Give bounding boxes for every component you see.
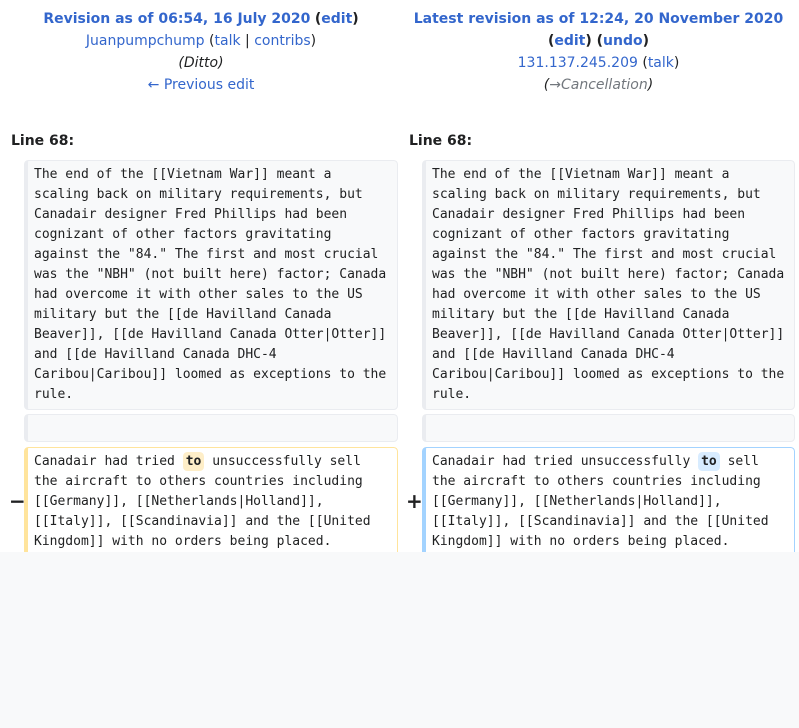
deleted-word: to — [182, 452, 205, 471]
deleted-text-before: Canadair had tried — [34, 454, 175, 469]
paren: ) — [673, 55, 680, 71]
new-edit-link[interactable]: edit — [554, 33, 585, 49]
old-empty-context-line — [24, 414, 398, 442]
paren: ) — [352, 11, 359, 27]
section-arrow-link[interactable]: → — [549, 77, 561, 93]
new-user-link[interactable]: 131.137.245.209 — [518, 55, 638, 71]
old-edit-summary: (Ditto) — [178, 55, 224, 71]
new-edit-summary: (→Cancellation) — [543, 77, 654, 93]
added-line-block: Canadair had tried unsuccessfully to sel… — [422, 447, 795, 552]
old-edit-link[interactable]: edit — [321, 11, 352, 27]
old-line-number: Line 68: — [11, 133, 75, 149]
new-revision-link[interactable]: Latest revision as of 12:24, 20 November… — [414, 11, 784, 27]
new-summary-text: Cancellation — [561, 77, 648, 93]
diff-page: Revision as of 06:54, 16 July 2020 (edit… — [0, 0, 799, 552]
separator: | — [240, 33, 255, 49]
added-text-before: Canadair had tried unsuccessfully — [432, 454, 691, 469]
new-line-number: Line 68: — [409, 133, 473, 149]
old-user-talk-link[interactable]: talk — [215, 33, 241, 49]
paren: ) — [310, 33, 317, 49]
added-word: to — [698, 452, 720, 471]
old-user-link[interactable]: Juanpumpchump — [86, 33, 205, 49]
old-summary-text: Ditto — [183, 55, 219, 71]
new-user-talk-link[interactable]: talk — [648, 55, 674, 71]
previous-edit-link[interactable]: ← Previous edit — [148, 77, 255, 93]
new-revision-header: Latest revision as of 12:24, 20 November… — [398, 8, 799, 96]
deleted-line-block: Canadair had tried to unsuccessfully sel… — [24, 447, 398, 552]
old-user-contribs-link[interactable]: contribs — [254, 33, 310, 49]
old-revision-link[interactable]: Revision as of 06:54, 16 July 2020 — [43, 11, 310, 27]
new-empty-context-line — [422, 414, 795, 442]
paren: ) ( — [585, 33, 604, 49]
undo-link[interactable]: undo — [603, 33, 643, 49]
new-context-block: The end of the [[Vietnam War]] meant a s… — [422, 160, 795, 410]
added-line-marker: + — [406, 489, 423, 513]
old-revision-header: Revision as of 06:54, 16 July 2020 (edit… — [0, 8, 402, 96]
paren: ) — [642, 33, 650, 49]
old-context-block: The end of the [[Vietnam War]] meant a s… — [24, 160, 398, 410]
